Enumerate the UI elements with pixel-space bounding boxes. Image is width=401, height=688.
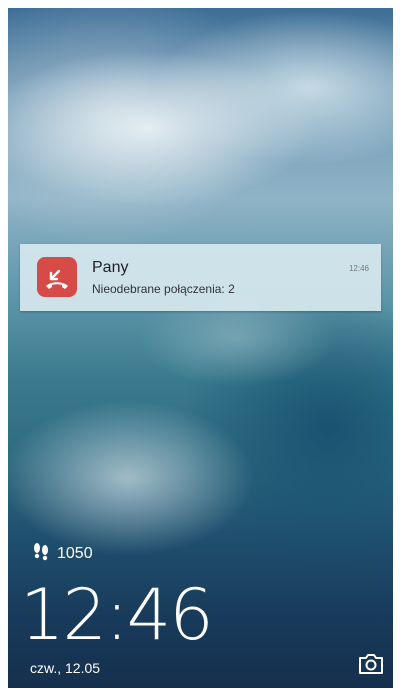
wallpaper-wave xyxy=(8,8,288,258)
step-counter: 1050 xyxy=(32,542,93,567)
step-count: 1050 xyxy=(57,545,93,562)
notification-time: 12:46 xyxy=(348,264,369,273)
clock-time: 12:46 xyxy=(20,574,214,656)
clock-date: czw., 12.05 xyxy=(30,660,101,676)
lock-screen: Pany 12:46 Nieodebrane połączenia: 2 105… xyxy=(8,8,393,688)
notification-body: Nieodebrane połączenia: 2 xyxy=(92,282,235,296)
missed-call-notification[interactable]: Pany 12:46 Nieodebrane połączenia: 2 xyxy=(20,244,381,311)
notification-title: Pany xyxy=(92,259,129,276)
missed-call-icon xyxy=(37,257,77,297)
camera-icon[interactable] xyxy=(357,652,385,676)
footsteps-icon xyxy=(32,542,50,567)
